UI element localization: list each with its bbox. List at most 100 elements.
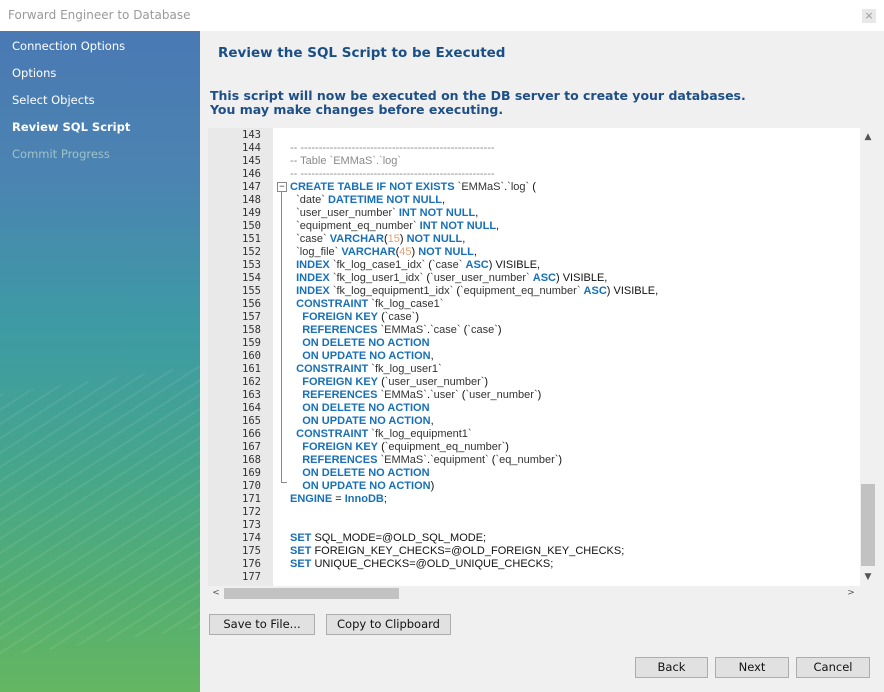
- line-number: 156: [242, 298, 261, 310]
- code-token: ): [415, 311, 419, 323]
- page-title: Review the SQL Script to be Executed: [218, 45, 506, 61]
- code-line[interactable]: -- -------------------------------------…: [290, 168, 495, 181]
- code-line[interactable]: ON UPDATE NO ACTION,: [290, 415, 433, 428]
- line-number: 160: [242, 350, 261, 362]
- code-token: SET: [290, 558, 312, 570]
- code-token: NOT NULL: [406, 233, 463, 245]
- scroll-left-icon[interactable]: <: [209, 586, 223, 601]
- code-line[interactable]: ENGINE = InnoDB;: [290, 493, 387, 506]
- code-token: `log_file`: [296, 246, 339, 258]
- code-token: ,: [462, 233, 466, 245]
- code-token: `case`: [384, 311, 416, 323]
- code-line[interactable]: ON DELETE NO ACTION: [290, 467, 430, 480]
- code-line[interactable]: FOREIGN KEY (`case`): [290, 311, 419, 324]
- step-review-sql-script[interactable]: Review SQL Script: [12, 120, 130, 134]
- code-token: ,: [475, 207, 479, 219]
- fold-toggle-icon[interactable]: −: [277, 182, 287, 192]
- code-token: -- -------------------------------------…: [290, 168, 495, 180]
- step-select-objects[interactable]: Select Objects: [12, 93, 95, 107]
- line-number: 167: [242, 441, 261, 453]
- code-token: `fk_log_user1_idx`: [332, 272, 424, 284]
- step-connection-options[interactable]: Connection Options: [12, 39, 125, 53]
- code-token: INDEX: [296, 259, 333, 271]
- code-token: (: [378, 376, 385, 388]
- code-line[interactable]: CONSTRAINT `fk_log_user1`: [290, 363, 442, 376]
- horizontal-scroll-thumb[interactable]: [224, 588, 399, 599]
- code-line[interactable]: CONSTRAINT `fk_log_case1`: [290, 298, 443, 311]
- code-token: `EMMaS`: [380, 389, 427, 401]
- code-area[interactable]: -- -------------------------------------…: [290, 128, 860, 586]
- code-token: `EMMaS`: [457, 181, 505, 193]
- code-line[interactable]: `log_file` VARCHAR(45) NOT NULL,: [290, 246, 477, 259]
- code-token: ) VISIBLE,: [488, 259, 541, 271]
- code-line[interactable]: INDEX `fk_log_case1_idx` (`case` ASC) VI…: [290, 259, 540, 272]
- code-token: ) VISIBLE,: [606, 285, 659, 297]
- code-line[interactable]: SET UNIQUE_CHECKS=@OLD_UNIQUE_CHECKS;: [290, 558, 553, 571]
- cancel-button[interactable]: Cancel: [796, 657, 870, 678]
- code-line[interactable]: FOREIGN KEY (`equipment_eq_number`): [290, 441, 509, 454]
- code-line[interactable]: ON UPDATE NO ACTION): [290, 480, 434, 493]
- code-token: `eq_number`: [495, 454, 559, 466]
- code-token: `equipment_eq_number`: [384, 441, 506, 453]
- code-line[interactable]: ON DELETE NO ACTION: [290, 402, 429, 415]
- vertical-scroll-thumb[interactable]: [861, 484, 875, 566]
- code-token: FOREIGN KEY: [302, 441, 379, 453]
- code-line[interactable]: -- Table `EMMaS`.`log`: [290, 155, 401, 168]
- code-token: SET: [290, 532, 312, 544]
- code-line[interactable]: CREATE TABLE IF NOT EXISTS `EMMaS`.`log`…: [290, 181, 536, 194]
- code-line[interactable]: FOREIGN KEY (`user_user_number`): [290, 376, 488, 389]
- save-to-file-button[interactable]: Save to File...: [209, 614, 315, 635]
- code-token: `EMMaS`: [380, 454, 427, 466]
- line-number: 153: [242, 259, 261, 271]
- code-line[interactable]: INDEX `fk_log_equipment1_idx` (`equipmen…: [290, 285, 658, 298]
- code-token: CONSTRAINT: [296, 428, 372, 440]
- code-token: ;: [383, 493, 387, 505]
- code-token: NOT NULL: [418, 246, 474, 258]
- scroll-right-icon[interactable]: >: [844, 586, 858, 601]
- back-button[interactable]: Back: [635, 657, 708, 678]
- code-token: VARCHAR: [341, 246, 396, 258]
- code-line[interactable]: REFERENCES `EMMaS`.`equipment` (`eq_numb…: [290, 454, 562, 467]
- code-line[interactable]: ON DELETE NO ACTION: [290, 337, 429, 350]
- code-line[interactable]: `equipment_eq_number` INT NOT NULL,: [290, 220, 499, 233]
- code-line[interactable]: -- -------------------------------------…: [290, 142, 495, 155]
- code-token: CONSTRAINT: [296, 363, 372, 375]
- close-icon[interactable]: ×: [862, 9, 876, 23]
- code-line[interactable]: `user_user_number` INT NOT NULL,: [290, 207, 478, 220]
- line-number-gutter: 143 144 145 146 147 148 149 150 151 152 153 154 155 1…: [208, 128, 273, 586]
- scroll-down-icon[interactable]: ▼: [860, 570, 876, 584]
- horizontal-scrollbar[interactable]: < >: [208, 586, 860, 601]
- code-line[interactable]: REFERENCES `EMMaS`.`case` (`case`): [290, 324, 501, 337]
- code-line[interactable]: SET SQL_MODE=@OLD_SQL_MODE;: [290, 532, 486, 545]
- code-token: ON DELETE NO ACTION: [302, 467, 430, 479]
- code-token: =: [332, 493, 345, 505]
- code-line[interactable]: CONSTRAINT `fk_log_equipment1`: [290, 428, 471, 441]
- code-token: 45: [399, 246, 412, 258]
- next-button[interactable]: Next: [715, 657, 789, 678]
- line-number: 170: [242, 480, 261, 492]
- line-number: 147: [242, 181, 261, 193]
- code-line[interactable]: ON UPDATE NO ACTION,: [290, 350, 433, 363]
- step-options[interactable]: Options: [12, 66, 56, 80]
- code-line[interactable]: `date` DATETIME NOT NULL,: [290, 194, 445, 207]
- code-line[interactable]: SET FOREIGN_KEY_CHECKS=@OLD_FOREIGN_KEY_…: [290, 545, 624, 558]
- sql-script-editor[interactable]: 143 144 145 146 147 148 149 150 151 152 153 154 155 1…: [208, 128, 876, 601]
- code-line[interactable]: `case` VARCHAR(15) NOT NULL,: [290, 233, 465, 246]
- copy-to-clipboard-button[interactable]: Copy to Clipboard: [326, 614, 451, 635]
- vertical-scrollbar[interactable]: ▲ ▼: [860, 128, 876, 586]
- code-token: ): [505, 441, 509, 453]
- wizard-sidebar: Connection Options Options Select Object…: [0, 31, 200, 692]
- code-token: DATETIME NOT NULL: [327, 194, 442, 206]
- line-number: 164: [242, 402, 261, 414]
- code-line[interactable]: REFERENCES `EMMaS`.`user` (`user_number`…: [290, 389, 541, 402]
- code-token: ,: [496, 220, 500, 232]
- scroll-up-icon[interactable]: ▲: [860, 130, 876, 144]
- line-number: 174: [242, 532, 261, 544]
- code-line[interactable]: INDEX `fk_log_user1_idx` (`user_user_num…: [290, 272, 607, 285]
